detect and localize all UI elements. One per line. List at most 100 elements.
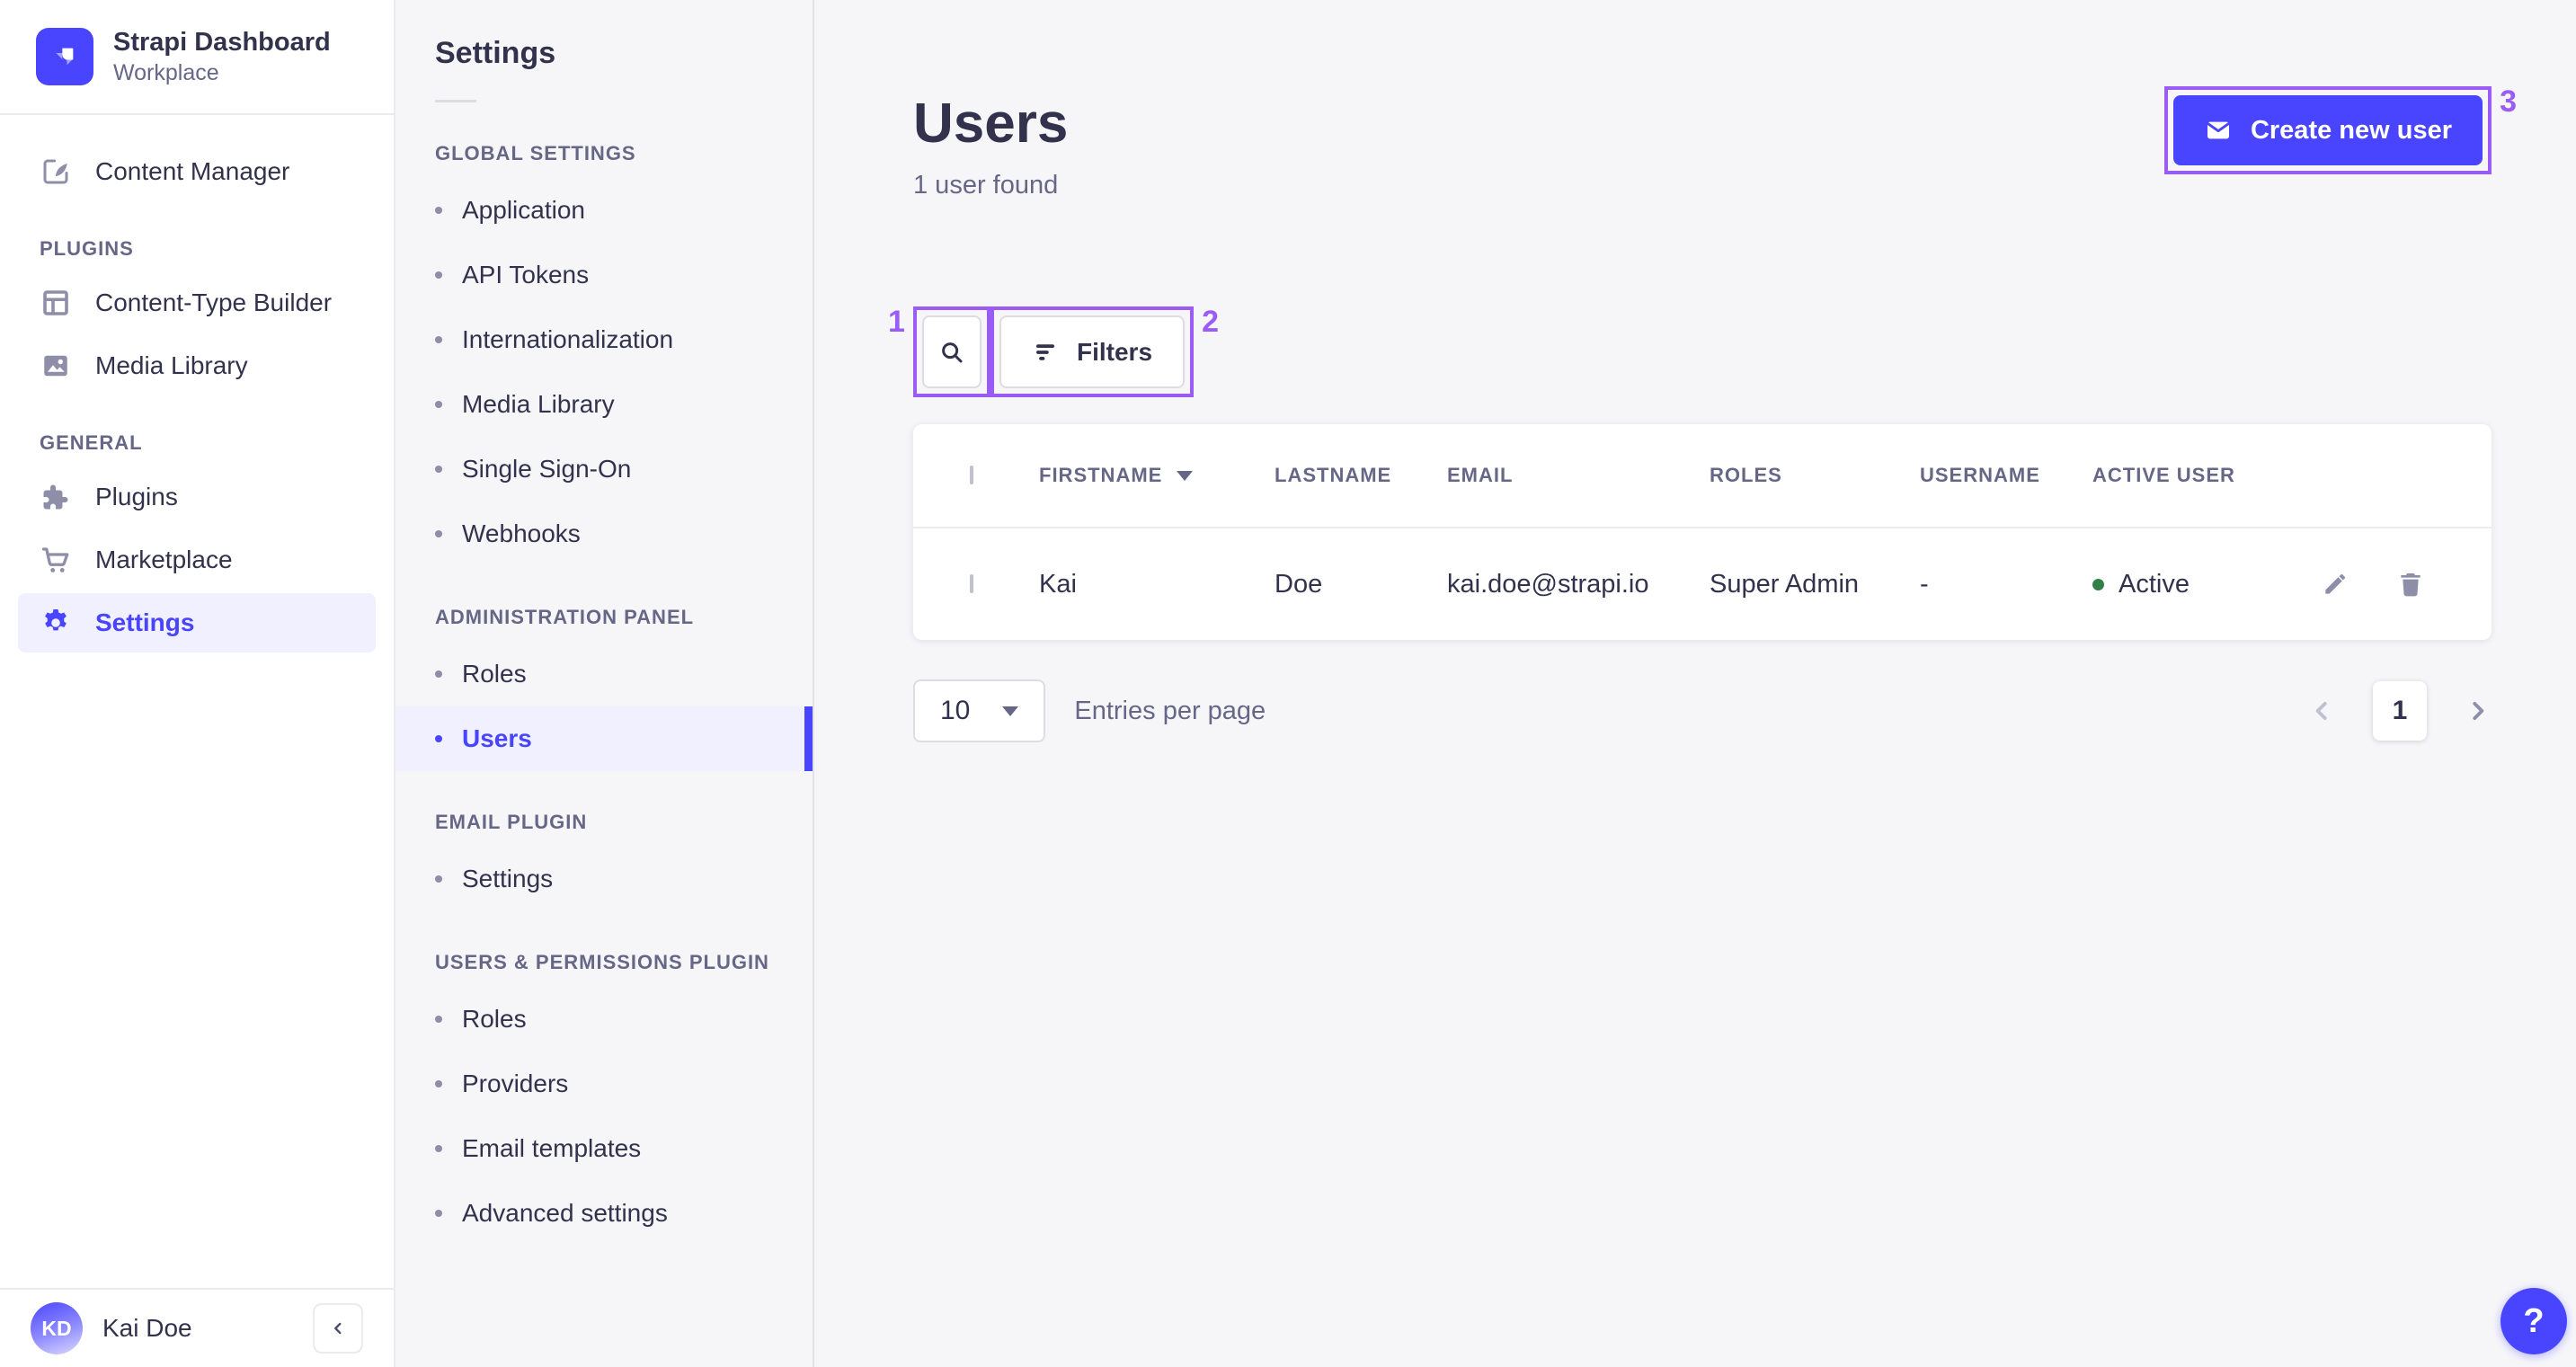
sidebar-item-media-library[interactable]: Media Library (18, 336, 376, 395)
annotation-box-3: 3 Create new user (2163, 86, 2517, 174)
sidebar-section-general: GENERAL (40, 431, 143, 454)
subnav-item-advanced-settings[interactable]: Advanced settings (395, 1181, 813, 1246)
pen-icon (40, 155, 72, 188)
subnav-item-email-templates[interactable]: Email templates (395, 1116, 813, 1181)
subnav-item-single-sign-on[interactable]: Single Sign-On (395, 437, 813, 502)
page-header: Users 1 user found 3 Create new user (913, 0, 2517, 200)
sort-desc-icon (1177, 470, 1194, 481)
column-header-label: USERNAME (1920, 464, 2040, 487)
cell-active-status: Active (2092, 570, 2317, 599)
sidebar-item-plugins[interactable]: Plugins (18, 467, 376, 527)
bullet-icon (435, 1016, 442, 1023)
column-header-firstname[interactable]: FIRSTNAME (1039, 464, 1275, 487)
picture-icon (40, 350, 72, 382)
subnav-item-label: Providers (462, 1070, 569, 1097)
sidebar-item-marketplace[interactable]: Marketplace (18, 530, 376, 590)
subnav-item-label: Application (462, 196, 585, 224)
page-title: Users (913, 93, 1069, 155)
app-title: Strapi Dashboard (113, 28, 331, 58)
annotation-label-3: 3 (2500, 84, 2517, 119)
subnav-item-label: Media Library (462, 390, 615, 418)
subnav-item-label: Users (462, 724, 532, 752)
table-row: Kai Doe kai.doe@strapi.io Super Admin - … (913, 528, 2492, 640)
delete-user-button[interactable] (2393, 566, 2429, 602)
filters-button[interactable]: Filters (999, 315, 1186, 389)
envelope-icon (2204, 116, 2233, 145)
layout-icon (40, 287, 72, 319)
subnav-item-users[interactable]: Users (395, 706, 813, 771)
column-header-email[interactable]: EMAIL (1447, 464, 1710, 487)
avatar[interactable]: KD (31, 1302, 83, 1354)
filters-label: Filters (1077, 337, 1153, 366)
cell-username: - (1920, 569, 1929, 599)
sidebar-item-label: Marketplace (95, 546, 233, 573)
sidebar-item-label: Plugins (95, 483, 178, 510)
subnav-section-administration-panel: ADMINISTRATION PANEL (435, 606, 695, 628)
subnav-item-providers[interactable]: Providers (395, 1052, 813, 1116)
pagination-bar: 10 Entries per page 1 (913, 679, 2492, 743)
column-header-roles[interactable]: ROLES (1710, 464, 1920, 487)
subnav-section-users-permissions-plugin: USERS & PERMISSIONS PLUGIN (435, 951, 769, 973)
sidebar-item-content-manager[interactable]: Content Manager (18, 142, 376, 201)
subnav-item-api-tokens[interactable]: API Tokens (395, 243, 813, 307)
next-page-button[interactable] (2465, 697, 2492, 724)
subnav-item-email-settings[interactable]: Settings (395, 847, 813, 911)
sidebar-footer: KD Kai Doe (0, 1288, 394, 1367)
pager: 1 (2308, 681, 2492, 741)
sidebar-item-label: Settings (95, 608, 195, 636)
subnav-item-internationalization[interactable]: Internationalization (395, 307, 813, 372)
gear-icon (40, 607, 72, 639)
bullet-icon (435, 670, 442, 678)
subnav-item-webhooks[interactable]: Webhooks (395, 502, 813, 566)
bullet-icon (435, 1145, 442, 1152)
collapse-sidebar-button[interactable] (313, 1303, 363, 1354)
puzzle-icon (40, 481, 72, 513)
subnav-item-label: Roles (462, 660, 527, 688)
edit-user-button[interactable] (2317, 566, 2353, 602)
cell-roles: Super Admin (1710, 569, 1860, 599)
column-header-active-user[interactable]: ACTIVE USER (2092, 464, 2317, 487)
page-number-button[interactable]: 1 (2373, 681, 2427, 741)
previous-page-button[interactable] (2308, 697, 2335, 724)
row-checkbox[interactable] (970, 574, 973, 594)
bullet-icon (435, 401, 442, 408)
main-content: Users 1 user found 3 Create new user 1 2… (814, 0, 2576, 1367)
sidebar-item-label: Media Library (95, 351, 248, 379)
bullet-icon (435, 207, 442, 214)
subnav-item-label: Advanced settings (462, 1199, 668, 1227)
subnav-item-roles-admin[interactable]: Roles (395, 642, 813, 706)
chevron-down-icon (1002, 706, 1019, 716)
bullet-icon (435, 336, 442, 343)
sidebar-item-settings[interactable]: Settings (18, 593, 376, 652)
subnav-item-label: Settings (462, 865, 554, 892)
annotation-box-1: 1 (888, 306, 990, 398)
search-button[interactable] (922, 315, 982, 389)
annotation-label-1: 1 (888, 305, 905, 340)
subnav-item-roles-up[interactable]: Roles (395, 987, 813, 1052)
cell-email: kai.doe@strapi.io (1447, 569, 1649, 599)
annotation-box-2: 2 Filters (990, 306, 1219, 398)
column-header-label: ROLES (1710, 464, 1782, 487)
cart-icon (40, 544, 72, 576)
entries-per-page-label: Entries per page (1074, 696, 1266, 725)
column-header-lastname[interactable]: LASTNAME (1275, 464, 1447, 487)
sidebar-item-content-type-builder[interactable]: Content-Type Builder (18, 273, 376, 333)
chevron-right-icon (2465, 697, 2492, 724)
row-actions (2317, 566, 2492, 602)
subnav-item-media-library[interactable]: Media Library (395, 372, 813, 437)
column-header-label: LASTNAME (1275, 464, 1392, 487)
create-new-user-button[interactable]: Create new user (2172, 95, 2483, 165)
sidebar-section-plugins: PLUGINS (40, 237, 134, 260)
pencil-icon (2321, 570, 2349, 599)
results-count: 1 user found (913, 171, 1059, 200)
entries-value: 10 (940, 696, 971, 726)
column-header-username[interactable]: USERNAME (1920, 464, 2092, 487)
cell-lastname: Doe (1275, 569, 1323, 599)
help-button[interactable]: ? (2500, 1288, 2567, 1354)
select-all-checkbox[interactable] (970, 466, 973, 485)
entries-per-page-select[interactable]: 10 (913, 679, 1046, 743)
bullet-icon (435, 466, 442, 473)
users-table: FIRSTNAME LASTNAME EMAIL ROLES USERNAME … (913, 424, 2492, 641)
current-user-name: Kai Doe (102, 1314, 192, 1342)
subnav-item-application[interactable]: Application (395, 178, 813, 243)
